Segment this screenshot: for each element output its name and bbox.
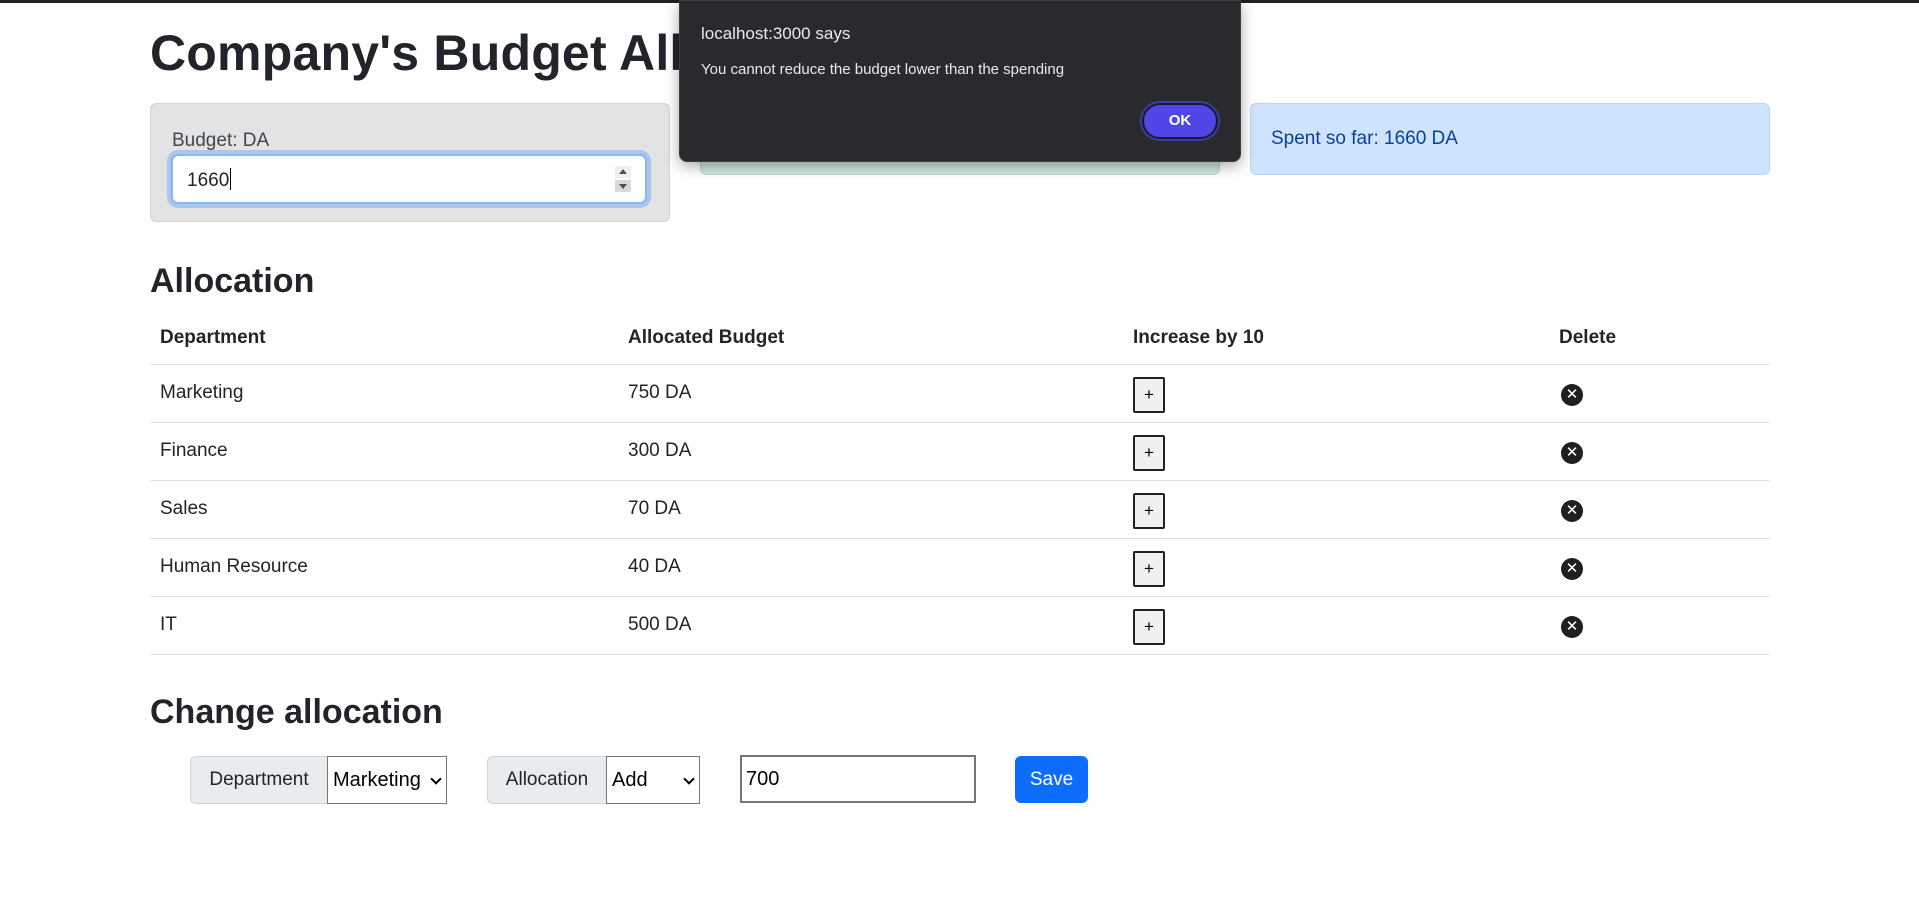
change-allocation-title: Change allocation — [150, 693, 443, 731]
delete-icon[interactable]: ✕ — [1561, 384, 1583, 406]
budget-cell: 300 DA — [618, 422, 1123, 481]
increase-button[interactable]: + — [1133, 435, 1165, 471]
budget-spinner[interactable] — [615, 166, 631, 192]
budget-cell: 500 DA — [618, 596, 1123, 655]
spin-down-icon[interactable] — [615, 180, 631, 192]
table-header-row: Department Allocated Budget Increase by … — [150, 312, 1770, 365]
header-allocated-budget: Allocated Budget — [618, 312, 1123, 365]
header-increase: Increase by 10 — [1123, 312, 1549, 365]
delete-icon[interactable]: ✕ — [1561, 616, 1583, 638]
budget-cell: 750 DA — [618, 364, 1123, 423]
save-button[interactable]: Save — [1015, 756, 1088, 803]
increase-button[interactable]: + — [1133, 377, 1165, 413]
delete-icon[interactable]: ✕ — [1561, 500, 1583, 522]
department-cell: IT — [150, 596, 618, 655]
budget-input-value: 1660 — [187, 168, 232, 191]
chevron-down-icon — [683, 773, 695, 785]
department-cell: Sales — [150, 480, 618, 539]
delete-icon[interactable]: ✕ — [1561, 442, 1583, 464]
delete-icon[interactable]: ✕ — [1561, 558, 1583, 580]
department-select-value: Marketing — [333, 769, 421, 791]
spent-text: Spent so far: 1660 DA — [1271, 128, 1458, 149]
table-row: Human Resource 40 DA + ✕ — [150, 538, 1770, 597]
alert-dialog: localhost:3000 says You cannot reduce th… — [679, 0, 1241, 162]
table-row: IT 500 DA + ✕ — [150, 596, 1770, 655]
amount-input[interactable]: 700 — [740, 755, 976, 803]
chevron-down-icon — [430, 773, 442, 785]
department-cell: Human Resource — [150, 538, 618, 597]
allocation-table: Department Allocated Budget Increase by … — [150, 312, 1770, 655]
increase-button[interactable]: + — [1133, 493, 1165, 529]
department-cell: Marketing — [150, 364, 618, 423]
alert-ok-button[interactable]: OK — [1142, 103, 1218, 139]
header-department: Department — [150, 312, 618, 365]
table-row: Sales 70 DA + ✕ — [150, 480, 1770, 539]
table-row: Marketing 750 DA + ✕ — [150, 364, 1770, 423]
header-delete: Delete — [1549, 312, 1770, 365]
spin-up-icon[interactable] — [615, 166, 631, 178]
department-cell: Finance — [150, 422, 618, 481]
budget-cell: 40 DA — [618, 538, 1123, 597]
budget-input[interactable]: 1660 — [171, 154, 647, 204]
allocation-select[interactable]: Add — [606, 756, 700, 804]
increase-button[interactable]: + — [1133, 609, 1165, 645]
alert-title: localhost:3000 says — [701, 24, 851, 43]
increase-button[interactable]: + — [1133, 551, 1165, 587]
spent-card: Spent so far: 1660 DA — [1250, 103, 1770, 175]
allocation-label: Allocation — [487, 756, 607, 804]
alert-message: You cannot reduce the budget lower than … — [701, 61, 1065, 78]
budget-label: Budget: DA — [172, 130, 270, 151]
allocation-title: Allocation — [150, 262, 315, 300]
table-row: Finance 300 DA + ✕ — [150, 422, 1770, 481]
budget-cell: 70 DA — [618, 480, 1123, 539]
department-select[interactable]: Marketing — [327, 756, 447, 804]
allocation-select-value: Add — [612, 769, 648, 791]
budget-card: Budget: DA 1660 — [150, 103, 670, 222]
department-label: Department — [190, 756, 328, 804]
